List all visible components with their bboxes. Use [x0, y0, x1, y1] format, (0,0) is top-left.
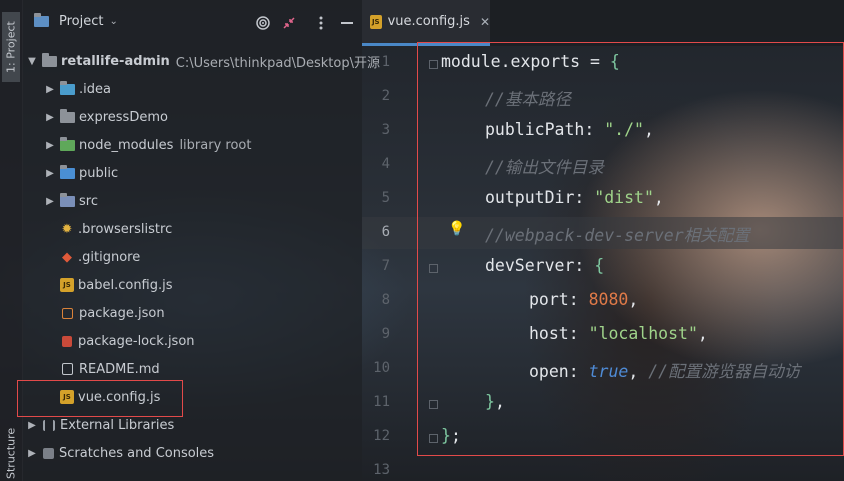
selection-highlight-box: [17, 380, 183, 417]
tree-item-label: .idea: [79, 81, 111, 97]
tree-item-label: expressDemo: [79, 109, 168, 125]
tree-item-label: package.json: [79, 305, 165, 321]
project-panel-title: Project: [59, 14, 104, 29]
collapsed-arrow-icon: ▶: [28, 447, 36, 459]
line-number: 5: [381, 190, 390, 206]
collapsed-arrow-icon: ▶: [46, 167, 54, 179]
markdown-icon: [62, 363, 73, 375]
close-icon[interactable]: ✕: [480, 15, 490, 29]
collapsed-arrow-icon: ▶: [46, 195, 54, 207]
tree-item-extra: library root: [179, 137, 252, 153]
tree-item-readme[interactable]: README.md: [56, 355, 160, 383]
tree-item-label: package-lock.json: [78, 333, 195, 349]
line-number: 7: [381, 258, 390, 274]
line-number: 12: [373, 428, 390, 444]
git-icon: ◆: [62, 249, 72, 265]
tree-item-root[interactable]: ▼ retallife-admin C:\Users\thinkpad\Desk…: [26, 47, 380, 75]
tree-item-label: public: [79, 165, 119, 181]
tree-item-label: README.md: [79, 361, 160, 377]
line-number: 10: [373, 360, 390, 376]
project-tool-tab[interactable]: 1: Project: [2, 12, 20, 82]
minimize-icon[interactable]: [338, 14, 356, 32]
line-number: 13: [373, 462, 390, 478]
tree-item-gitignore[interactable]: ◆ .gitignore: [56, 243, 140, 271]
tree-item-idea[interactable]: ▶ .idea: [44, 75, 111, 103]
line-number: 9: [381, 326, 390, 342]
tree-item-package-json[interactable]: package.json: [56, 299, 165, 327]
locate-target-icon[interactable]: [254, 14, 272, 32]
line-number: 4: [381, 156, 390, 172]
tree-item-browserslistrc[interactable]: ✹ .browserslistrc: [56, 215, 173, 243]
tree-item-label: babel.config.js: [78, 277, 173, 293]
collapsed-arrow-icon: ▶: [46, 111, 54, 123]
chevron-down-icon: ⌄: [109, 16, 118, 27]
js-file-icon: JS: [60, 278, 74, 292]
line-number: 3: [381, 122, 390, 138]
expanded-arrow-icon: ▼: [28, 55, 36, 67]
tree-item-label: External Libraries: [60, 417, 175, 433]
code-highlight-box: [417, 42, 844, 456]
line-number: 1: [381, 54, 390, 70]
line-number: 11: [373, 394, 390, 410]
code-editor: JS vue.config.js ✕ 1 2 3 4 5 6 7 8 9 10 …: [362, 0, 844, 481]
json-file-icon: [62, 307, 73, 319]
editor-tab-label: vue.config.js: [387, 14, 470, 29]
tree-item-scratches[interactable]: ▶ Scratches and Consoles: [26, 439, 214, 467]
more-options-icon[interactable]: [312, 14, 330, 32]
tree-item-src[interactable]: ▶ src: [44, 187, 98, 215]
collapsed-arrow-icon: ▶: [46, 83, 54, 95]
tree-item-label: .browserslistrc: [78, 221, 173, 237]
lock-json-icon: [62, 335, 72, 347]
tree-item-label: src: [79, 193, 98, 209]
tree-item-babel-config[interactable]: JS babel.config.js: [56, 271, 173, 299]
project-tool-tab-label: 1: Project: [4, 21, 18, 73]
tree-item-expressdemo[interactable]: ▶ expressDemo: [44, 103, 168, 131]
editor-tab-bar: JS vue.config.js ✕: [362, 0, 844, 46]
tree-item-label: Scratches and Consoles: [59, 445, 215, 461]
gear-icon: ✹: [61, 221, 73, 237]
collapsed-arrow-icon: ▶: [28, 419, 36, 431]
project-panel-header: Project ⌄: [22, 0, 362, 46]
scratches-icon: [43, 447, 54, 459]
folder-icon: [60, 108, 75, 123]
tree-item-package-lock[interactable]: package-lock.json: [56, 327, 195, 355]
tree-item-path: C:\Users\thinkpad\Desktop\开源: [175, 55, 380, 71]
folder-icon: [60, 80, 75, 95]
project-panel: Project ⌄ ▼ retallife-admin C:\Users\thi…: [17, 0, 380, 481]
line-number: 6: [381, 224, 390, 240]
tree-item-node-modules[interactable]: ▶ node_modules library root: [44, 131, 251, 159]
js-file-icon: JS: [370, 14, 382, 29]
tree-item-label: node_modules: [79, 137, 174, 153]
project-folder-icon: [34, 13, 49, 27]
folder-icon: [60, 192, 75, 207]
tree-item-label: .gitignore: [78, 249, 141, 265]
collapse-all-icon[interactable]: [280, 14, 298, 32]
editor-tab-vue-config[interactable]: JS vue.config.js ✕: [362, 0, 490, 46]
collapsed-arrow-icon: ▶: [46, 139, 54, 151]
structure-tool-tab[interactable]: Structure: [2, 427, 20, 479]
project-view-selector[interactable]: Project ⌄: [30, 13, 118, 29]
folder-icon: [42, 52, 57, 67]
tree-item-label: retallife-admin: [61, 53, 170, 69]
library-icon: [43, 419, 55, 431]
structure-tool-tab-label: Structure: [4, 427, 18, 479]
line-number: 2: [381, 88, 390, 104]
tree-item-public[interactable]: ▶ public: [44, 159, 118, 187]
folder-icon: [60, 164, 75, 179]
line-number: 8: [381, 292, 390, 308]
folder-icon: [60, 136, 75, 151]
